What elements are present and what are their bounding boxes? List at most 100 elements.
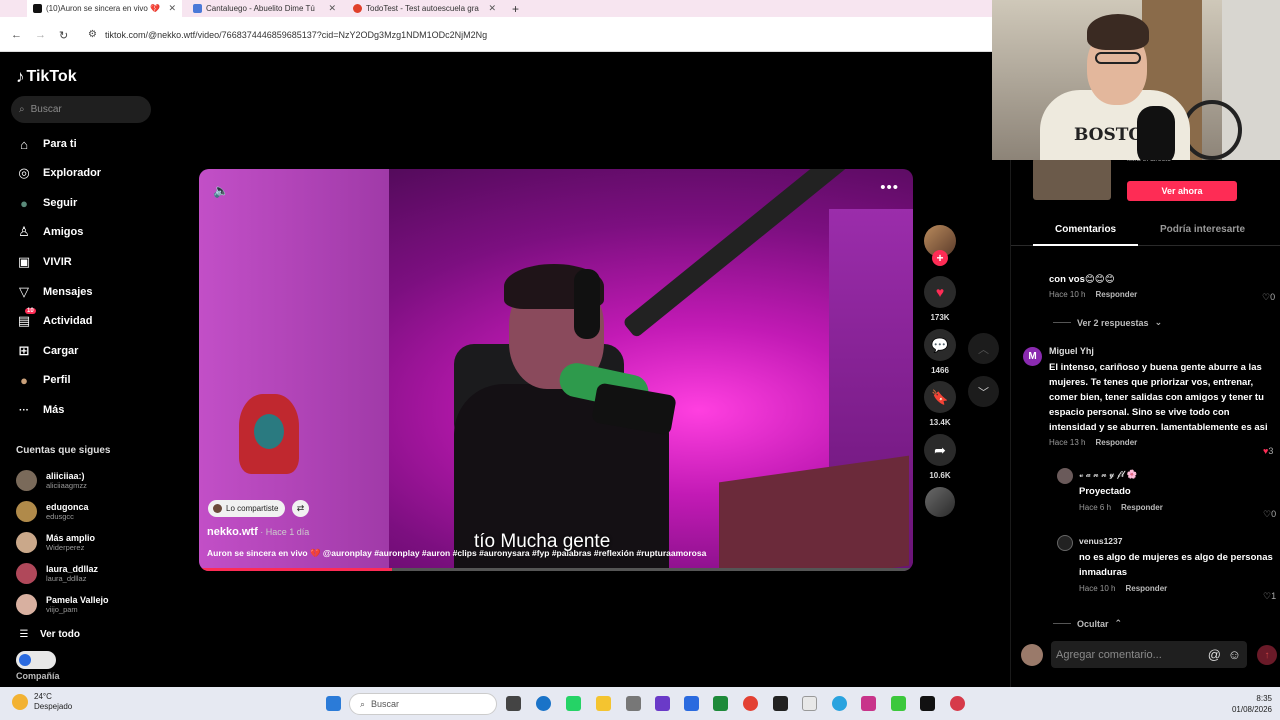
avatar[interactable]	[1057, 468, 1073, 484]
nav-profile[interactable]: ● Perfil	[15, 370, 70, 390]
telegram-icon[interactable]	[832, 696, 847, 711]
heart-icon[interactable]: ♥	[924, 276, 956, 308]
back-arrow-icon[interactable]: ←	[11, 29, 22, 41]
reply-username[interactable]: 𝓿 𝓪 𝓷 𝓷 𝔂 𝓯𝓵 🌸	[1079, 469, 1269, 480]
tab-cantaluego[interactable]: Cantaluego - Abuelito Dime Tú ✕	[187, 0, 342, 17]
file-explorer-icon[interactable]	[596, 696, 611, 711]
reply-like[interactable]: ♡0	[1263, 509, 1276, 520]
tab-comments[interactable]: Comentarios	[1055, 224, 1116, 235]
nav-upload[interactable]: ⊞ Cargar	[15, 341, 79, 361]
webcam-overlay: BOSTO	[992, 0, 1280, 160]
instagram-icon[interactable]	[861, 696, 876, 711]
comment-action[interactable]: 💬 1466	[924, 329, 956, 375]
nav-messages[interactable]: ▽ Mensajes	[15, 282, 93, 302]
reply-username[interactable]: venus1237	[1079, 536, 1279, 546]
nav-for-you[interactable]: ⌂ Para ti	[15, 134, 77, 154]
next-video-button[interactable]: ﹀	[968, 376, 999, 407]
company-link[interactable]: Compañía	[16, 671, 60, 681]
view-replies-button[interactable]: Ver 2 respuestas ⌄	[1053, 317, 1162, 328]
reply-button[interactable]: Responder	[1095, 438, 1137, 447]
divider	[1053, 623, 1071, 624]
windows-start-icon[interactable]	[326, 696, 341, 711]
like-action[interactable]: ♥ 173K	[924, 276, 956, 322]
hide-replies-button[interactable]: Ocultar ⌃	[1053, 618, 1122, 629]
new-tab-button[interactable]: +	[506, 0, 526, 17]
reply-button[interactable]: Responder	[1121, 503, 1163, 512]
media-icon[interactable]	[773, 696, 788, 711]
reply-button[interactable]: Responder	[1095, 290, 1137, 299]
webcam-shirt-text: BOSTO	[1074, 125, 1144, 145]
comment-input[interactable]: Agregar comentario... @ ☺	[1051, 641, 1247, 668]
whatsapp-icon[interactable]	[566, 696, 581, 711]
share-arrow-icon[interactable]: ➦	[924, 434, 956, 466]
music-disc-icon[interactable]	[925, 487, 955, 517]
comment-icon[interactable]: 💬	[924, 329, 956, 361]
avatar[interactable]	[1057, 535, 1073, 551]
close-tab-icon[interactable]: ✕	[328, 3, 336, 14]
more-options-icon[interactable]: •••	[880, 179, 899, 196]
video-player[interactable]: 🔈 ••• Lo compartiste ⇄ nekko.wtf · Hace …	[199, 169, 913, 571]
chrome-icon[interactable]	[743, 696, 758, 711]
tiktok-logo[interactable]: ♪ TikTok	[16, 67, 77, 87]
followed-account[interactable]: Pamela Vallejo viijo_pam	[16, 592, 109, 616]
share-action[interactable]: ➦ 10.6K	[924, 434, 956, 480]
system-clock[interactable]: 8:35 01/08/2026	[1228, 693, 1272, 715]
followed-account[interactable]: Más amplio Widerperez	[16, 530, 95, 554]
nav-more[interactable]: ··· Más	[15, 400, 64, 420]
reply-button[interactable]: Responder	[1125, 584, 1167, 593]
forward-arrow-icon[interactable]: →	[35, 29, 46, 41]
site-info-icon[interactable]: ⚙	[88, 29, 97, 40]
avatar[interactable]: M	[1023, 347, 1042, 366]
reload-icon[interactable]: ↻	[59, 29, 68, 42]
nav-friends[interactable]: ♙ Amigos	[15, 222, 83, 242]
mention-icon[interactable]: @	[1208, 647, 1221, 662]
volume-icon[interactable]: 🔈	[213, 183, 229, 199]
tab-tiktok[interactable]: (10)Auron se sincera en vivo 💔 ✕	[27, 0, 182, 17]
repost-icon[interactable]: ⇄	[292, 500, 309, 517]
comment-username[interactable]: Miguel Yhj	[1049, 346, 1277, 356]
followed-account[interactable]: laura_ddllaz laura_ddllaz	[16, 561, 98, 585]
comment-item: Miguel Yhj El intenso, cariñoso y buena …	[1049, 346, 1277, 447]
xbox-icon[interactable]	[713, 696, 728, 711]
followed-account[interactable]: edugonca edusgcc	[16, 499, 89, 523]
video-progress-bar[interactable]	[199, 568, 913, 571]
store-icon[interactable]	[684, 696, 699, 711]
nav-activity[interactable]: ▤ 10 Actividad	[15, 308, 93, 331]
save-action[interactable]: 🔖 13.4K	[924, 381, 956, 427]
weather-widget[interactable]: 24°C Despejado	[12, 692, 72, 712]
search-input[interactable]: ⌕ Buscar	[11, 96, 151, 123]
taskbar-search[interactable]: ⌕ Buscar	[349, 693, 497, 715]
game-icon[interactable]	[891, 696, 906, 711]
tab-might-interest[interactable]: Podría interesarte	[1160, 224, 1245, 235]
task-view-icon[interactable]	[506, 696, 521, 711]
bookmark-icon[interactable]: 🔖	[924, 381, 956, 413]
tiktok-icon[interactable]	[920, 696, 935, 711]
follow-plus-icon[interactable]: +	[932, 250, 948, 266]
chrome-active-icon[interactable]	[950, 696, 965, 711]
rtve-icon[interactable]	[802, 696, 817, 711]
comment-like[interactable]: ♥3	[1263, 446, 1273, 456]
tab-todotest[interactable]: TodoTest - Test autoescuela gra ✕	[347, 0, 502, 17]
watch-now-button[interactable]: Ver ahora	[1127, 181, 1237, 201]
taskbar-search-label: Buscar	[371, 699, 400, 709]
send-arrow-icon[interactable]: ↑	[1257, 645, 1277, 665]
previous-video-button[interactable]: ︿	[968, 333, 999, 364]
nav-explore[interactable]: ◎ Explorador	[15, 163, 101, 183]
nav-following[interactable]: ● Seguir	[15, 193, 77, 213]
comment-like[interactable]: ♡0	[1262, 292, 1275, 303]
video-author[interactable]: nekko.wtf · Hace 1 día	[207, 526, 309, 538]
theme-toggle[interactable]	[16, 651, 56, 669]
followed-account[interactable]: aliiciiaa:) aliciiaagmzz	[16, 468, 87, 492]
emoji-icon[interactable]: ☺	[1228, 647, 1241, 662]
live-thumbnail[interactable]	[1033, 158, 1111, 200]
close-tab-icon[interactable]: ✕	[488, 3, 496, 14]
url-field[interactable]: tiktok.com/@nekko.wtf/video/766837444685…	[105, 30, 487, 40]
settings-icon[interactable]	[626, 696, 641, 711]
nav-live[interactable]: ▣ VIVIR	[15, 252, 72, 272]
see-all-link[interactable]: ☰ Ver todo	[18, 624, 81, 644]
video-scene-toy-face	[254, 414, 284, 449]
edge-icon[interactable]	[536, 696, 551, 711]
reply-like[interactable]: ♡1	[1263, 591, 1276, 602]
close-tab-icon[interactable]: ✕	[168, 3, 176, 14]
app-icon[interactable]	[655, 696, 670, 711]
